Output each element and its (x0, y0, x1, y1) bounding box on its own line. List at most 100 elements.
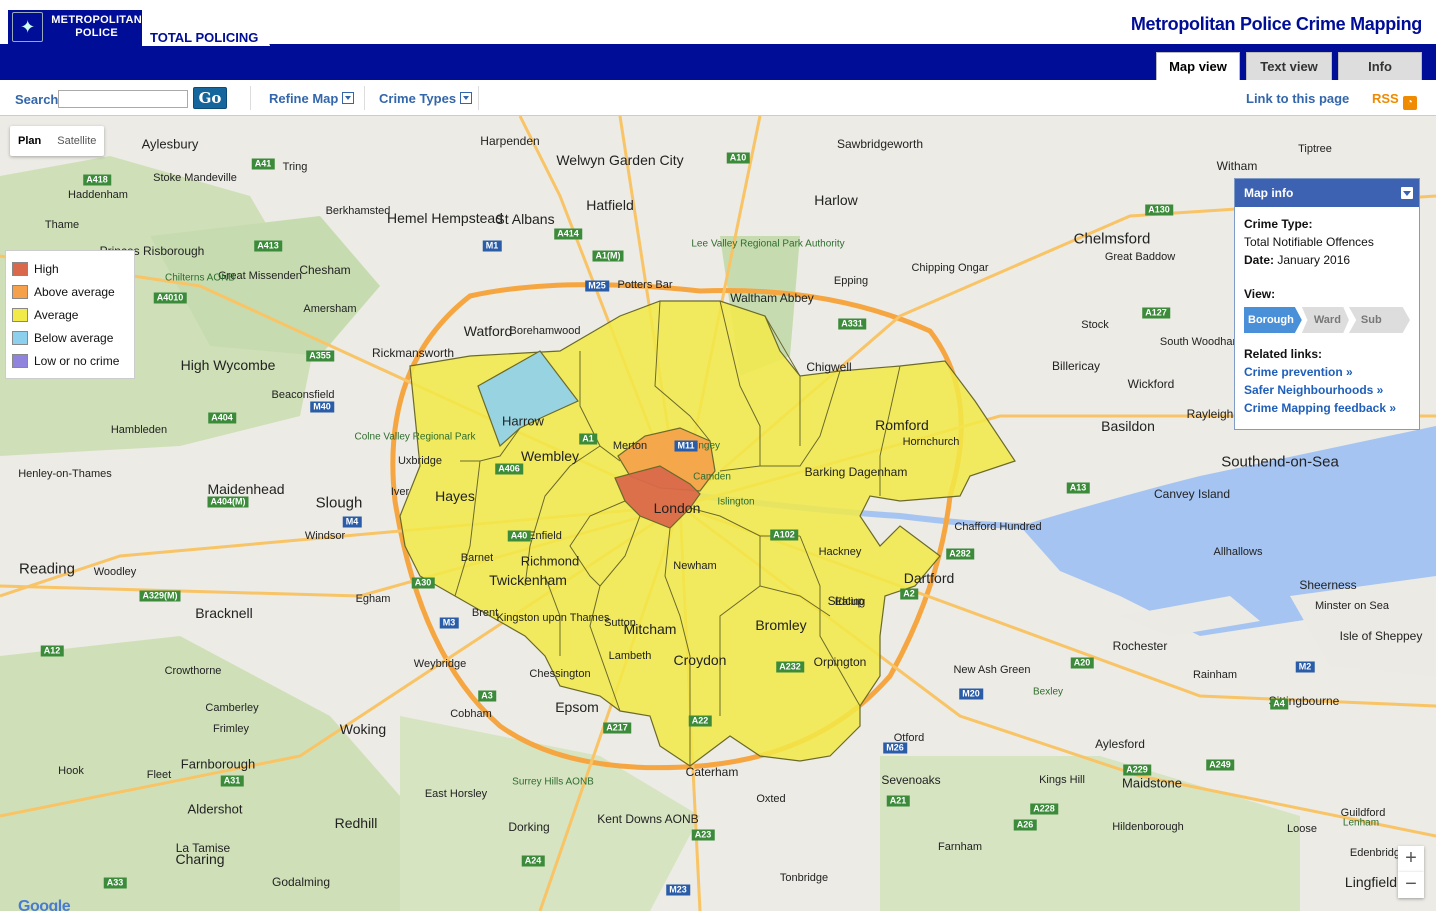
place-label: Farnham (937, 841, 983, 853)
collapse-icon[interactable] (1401, 187, 1413, 199)
place-label: Chesham (299, 263, 351, 277)
place-label: Kings Hill (1039, 774, 1085, 786)
legend-swatch (12, 284, 28, 299)
road-shield: A30 (411, 577, 435, 589)
legend-swatch (12, 307, 28, 322)
place-label: Caterham (685, 765, 739, 779)
place-label: Beaconsfield (271, 389, 335, 401)
zoom-in-button[interactable]: + (1398, 846, 1424, 872)
place-label: Harpenden (480, 134, 540, 148)
tab-text-view[interactable]: Text view (1246, 52, 1332, 80)
place-label: Brent (471, 607, 499, 619)
map-info-panel: Map info Crime Type: Total Notifiable Of… (1234, 178, 1420, 430)
road-shield: A413 (254, 240, 282, 252)
place-label: Bromley (755, 617, 807, 633)
rss-link[interactable]: RSS ◔ (1372, 91, 1417, 110)
google-logo: Google (18, 898, 71, 911)
road-shield: A229 (1123, 764, 1151, 776)
road-shield: A2 (900, 588, 918, 600)
go-button[interactable]: Go (193, 87, 227, 109)
road-shield: A4 (1270, 698, 1288, 710)
place-label: Harlow (814, 192, 858, 208)
map-info-header[interactable]: Map info (1235, 179, 1419, 207)
crime-prevention-link[interactable]: Crime prevention » (1244, 363, 1410, 381)
place-label: Great Baddow (1104, 251, 1176, 263)
place-label: Basildon (1101, 418, 1155, 434)
place-label: Orpington (813, 655, 867, 669)
place-label: Twickenham (489, 572, 567, 588)
place-label: Godalming (271, 875, 331, 889)
place-label: Epsom (555, 699, 599, 715)
legend-item: Below average (12, 326, 128, 349)
road-shield: A329(M) (139, 590, 181, 602)
place-label: Woking (339, 721, 387, 737)
map-canvas[interactable]: Aylesbury Harpenden Welwyn Garden City Sawb… (0, 116, 1436, 911)
tagline: TOTAL POLICING (142, 28, 271, 46)
place-label: Bracknell (195, 605, 253, 621)
refine-map-menu[interactable]: Refine Map (269, 91, 355, 106)
place-label: Redhill (334, 815, 378, 831)
view-sub-ward-button[interactable]: Sub Ward (1348, 307, 1410, 333)
place-label: Cobham (450, 708, 492, 720)
crime-types-menu[interactable]: Crime Types (379, 91, 473, 106)
legend-label: Average (34, 307, 79, 322)
plan-button[interactable]: Plan (10, 126, 49, 156)
crime-mapping-feedback-link[interactable]: Crime Mapping feedback » (1244, 399, 1410, 417)
legend-label: Low or no crime (34, 353, 120, 368)
place-label: Kent Downs AONB (597, 812, 699, 826)
place-label: Borehamwood (509, 325, 581, 337)
place-label: East Horsley (424, 788, 488, 800)
place-label: Dagenham (848, 465, 908, 479)
refine-map-label: Refine Map (269, 91, 339, 106)
place-label: Aylesbury (141, 136, 199, 152)
place-label: Oxted (756, 793, 786, 805)
tab-map-view[interactable]: Map view (1156, 52, 1240, 80)
place-label: Sevenoaks (881, 773, 941, 787)
rss-icon: ◔ (1402, 96, 1417, 110)
place-label: Frimley (212, 723, 250, 735)
place-label: Hook (58, 765, 84, 777)
place-label: Rochester (1112, 639, 1168, 653)
satellite-button[interactable]: Satellite (49, 126, 104, 156)
logo-line-2: POLICE (75, 27, 118, 39)
place-label: Loose (1287, 823, 1317, 835)
place-label: Sheerness (1299, 578, 1357, 592)
view-borough-button[interactable]: Borough (1244, 307, 1302, 333)
place-label: Rayleigh (1186, 407, 1234, 421)
related-links-label: Related links: (1244, 347, 1323, 361)
road-shield: A404(M) (207, 496, 249, 508)
road-shield: A404 (208, 412, 236, 424)
place-label: Richmond (520, 553, 580, 569)
place-label: Tiptree (1298, 143, 1332, 155)
app-title: Metropolitan Police Crime Mapping (1130, 14, 1422, 34)
search-input[interactable] (58, 90, 188, 108)
road-shield: A249 (1206, 759, 1234, 771)
road-shield: A21 (886, 795, 910, 807)
place-label: Camden (693, 471, 731, 483)
kent-downs-area (880, 756, 1300, 911)
view-ward-button[interactable]: Ward (1301, 307, 1349, 333)
place-label: Waltham Abbey (730, 291, 814, 305)
place-label: Hambleden (110, 424, 168, 436)
place-label: Tonbridge (779, 872, 829, 884)
place-label: Rainham (1192, 669, 1238, 681)
place-label: New Ash Green (953, 664, 1031, 676)
place-label: Stock (1081, 319, 1109, 331)
place-label: Hornchurch (902, 436, 960, 448)
road-shield: A12 (40, 645, 64, 657)
link-to-this-page[interactable]: Link to this page (1246, 91, 1349, 106)
place-label: Lambeth (608, 650, 652, 662)
zoom-out-button[interactable]: − (1398, 872, 1424, 898)
place-label: Barking (804, 465, 846, 479)
place-label: Woodley (93, 566, 137, 578)
place-label: Ealing (834, 596, 866, 608)
legend-swatch (12, 353, 28, 368)
place-label: Henley-on-Thames (18, 468, 112, 480)
view-label: View: (1244, 287, 1276, 301)
place-label: Minster on Sea (1315, 600, 1389, 612)
tab-info[interactable]: Info (1338, 52, 1422, 80)
met-police-logo[interactable]: ✦ METROPOLITAN POLICE (8, 10, 142, 44)
road-shield: A10 (726, 152, 750, 164)
legend-item: Above average (12, 280, 128, 303)
safer-neighbourhoods-link[interactable]: Safer Neighbourhoods » (1244, 381, 1410, 399)
